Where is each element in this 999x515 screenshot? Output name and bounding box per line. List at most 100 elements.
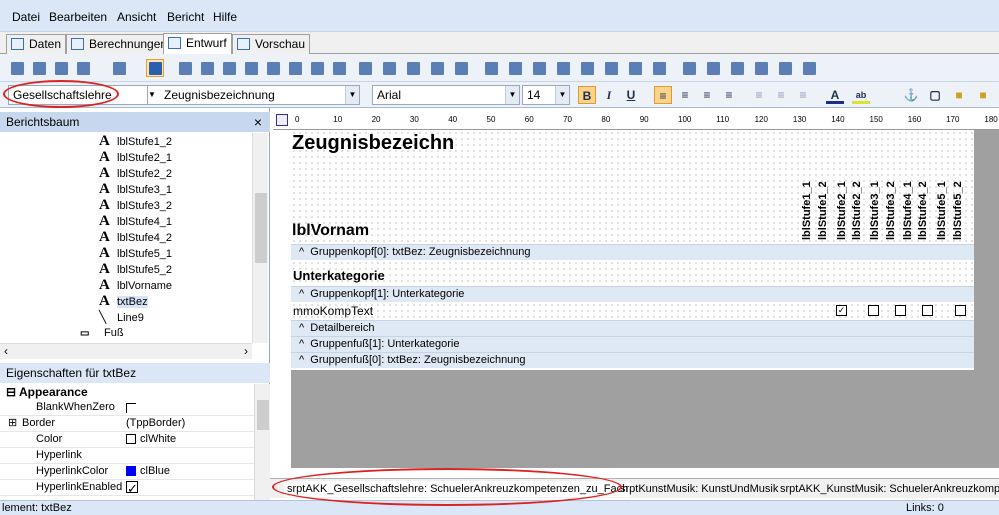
band-gruppenfuss-0[interactable]: ^ Gruppenfuß[0]: txtBez: Zeugnisbezeichn… <box>291 352 974 368</box>
region-tool-icon[interactable] <box>680 59 698 77</box>
menu-bericht[interactable]: Bericht <box>167 10 204 24</box>
checkbox-checked[interactable]: ✓ <box>836 305 847 316</box>
barcode-icon[interactable] <box>356 59 374 77</box>
anchor-icon[interactable]: ⚓ <box>902 86 920 104</box>
tree-item[interactable]: AlblStufe5_2 <box>99 261 172 277</box>
tab-daten[interactable]: Daten <box>6 34 67 54</box>
db-barcode-icon[interactable] <box>578 59 596 77</box>
tree-item[interactable]: AlblStufe2_1 <box>99 149 172 165</box>
tree-item[interactable]: ╲ Line9 <box>99 309 144 325</box>
tree-scrollbar[interactable] <box>252 133 268 343</box>
font-select[interactable]: Arial ▼ <box>372 85 520 105</box>
valign-center-icon[interactable]: ≡ <box>772 86 790 104</box>
bring-front-icon[interactable]: ■ <box>950 86 968 104</box>
checkbox-unchecked[interactable] <box>895 305 906 316</box>
stufe-label[interactable]: lblStufe1_2 <box>817 176 829 240</box>
checkbox-unchecked[interactable] <box>922 305 933 316</box>
report-icon[interactable] <box>30 59 48 77</box>
stufe-label[interactable]: lblStufe3_1 <box>869 176 881 240</box>
tab-berechnungen[interactable]: Berechnungen <box>66 34 173 54</box>
expand-icon[interactable]: ⊞ <box>8 416 17 431</box>
scroll-thumb[interactable] <box>255 193 267 263</box>
db-checkbox-icon[interactable] <box>626 59 644 77</box>
label-tool-icon[interactable] <box>52 59 70 77</box>
tree-hscrollbar[interactable]: ‹ › <box>0 343 252 359</box>
chevron-down-icon[interactable]: ▼ <box>505 86 519 104</box>
underline-button[interactable]: U <box>622 86 640 104</box>
band-gruppenkopf-0[interactable]: ^ Gruppenkopf[0]: txtBez: Zeugnisbezeich… <box>291 244 974 260</box>
stufe-label[interactable]: lblStufe5_1 <box>936 176 948 240</box>
chart-icon[interactable] <box>308 59 326 77</box>
arrow-right-icon[interactable]: › <box>244 344 248 358</box>
tree-item[interactable]: AlblVorname <box>99 277 172 293</box>
prop-group[interactable]: ⊟ Appearance <box>0 384 254 400</box>
dbtext-icon[interactable] <box>428 59 446 77</box>
checkbox-checked[interactable]: ✓ <box>126 481 138 495</box>
mmo-field[interactable]: mmoKompText <box>293 304 373 318</box>
scroll-thumb[interactable] <box>257 400 269 430</box>
valign-top-icon[interactable]: ≡ <box>750 86 768 104</box>
tree-item[interactable]: ▭ Fuß <box>80 325 124 341</box>
region-icon[interactable] <box>74 59 92 77</box>
db-image-icon[interactable] <box>506 59 524 77</box>
tree-item[interactable]: AlblStufe5_1 <box>99 245 172 261</box>
send-back-icon[interactable]: ■ <box>974 86 992 104</box>
calc-field-icon[interactable] <box>242 59 260 77</box>
checkbox-unchecked[interactable] <box>126 403 136 413</box>
subreport-icon[interactable] <box>380 59 398 77</box>
italic-button[interactable]: I <box>600 86 618 104</box>
menu-bearbeiten[interactable]: Bearbeiten <box>49 10 107 24</box>
band-gruppenkopf-1-area[interactable] <box>291 260 974 286</box>
bold-button[interactable]: B <box>578 86 596 104</box>
align-justify-icon[interactable]: ≡ <box>720 86 738 104</box>
tree-item[interactable]: AlblStufe4_2 <box>99 229 172 245</box>
db-other-icon[interactable] <box>650 59 668 77</box>
stufe-label[interactable]: lblStufe5_2 <box>952 176 964 240</box>
db-calc-icon[interactable] <box>554 59 572 77</box>
border-icon[interactable]: ▢ <box>926 86 944 104</box>
tree-item[interactable]: AlblStufe4_1 <box>99 213 172 229</box>
vorname-label[interactable]: lblVornam <box>292 222 369 240</box>
pointer-icon[interactable] <box>146 59 164 77</box>
prop-row[interactable]: Hyperlink <box>0 448 254 464</box>
tree-item-selected[interactable]: AtxtBez <box>99 293 148 309</box>
valign-bottom-icon[interactable]: ≡ <box>794 86 812 104</box>
tree-item[interactable]: AlblStufe3_1 <box>99 181 172 197</box>
band-gruppenkopf-1[interactable]: ^ Gruppenkopf[1]: Unterkategorie <box>291 286 974 302</box>
align-left-icon[interactable]: ≡ <box>654 86 672 104</box>
stufe-label[interactable]: lblStufe2_2 <box>851 176 863 240</box>
band-detail[interactable]: ^ Detailbereich <box>291 320 974 336</box>
text-tool-icon[interactable] <box>176 59 194 77</box>
title-field[interactable]: Zeugnisbezeichn <box>292 132 454 155</box>
stufe-label[interactable]: lblStufe4_1 <box>902 176 914 240</box>
subreport-tab[interactable]: srptAKK_KunstMusik: SchuelerAnkreuzkompe <box>780 481 999 497</box>
font-color-icon[interactable]: A <box>826 86 844 104</box>
stufe-label[interactable]: lblStufe1_1 <box>801 176 813 240</box>
field-select[interactable]: ▼ Zeugnisbezeichnung ▼ <box>148 85 360 105</box>
line-tool-icon[interactable] <box>330 59 348 77</box>
prop-row[interactable]: BlankWhenZero <box>0 400 254 416</box>
arrow-left-icon[interactable]: ‹ <box>4 344 8 358</box>
collapse-icon[interactable]: ⊟ <box>6 385 16 399</box>
align-right-icon[interactable]: ≡ <box>698 86 716 104</box>
paintbrush-icon[interactable] <box>752 59 770 77</box>
prop-row[interactable]: ⊞ Border (TppBorder) <box>0 416 254 432</box>
stufe-label[interactable]: lblStufe4_2 <box>917 176 929 240</box>
dbmemo-icon[interactable] <box>452 59 470 77</box>
prop-row[interactable]: HyperlinkColor clBlue <box>0 464 254 480</box>
font-size-select[interactable]: 14 ▼ <box>522 85 570 105</box>
chevron-down-icon[interactable]: ▼ <box>345 86 359 104</box>
prop-row[interactable]: Color clWhite <box>0 432 254 448</box>
chevron-down-icon[interactable]: ▼ <box>555 86 569 104</box>
image-icon[interactable] <box>264 59 282 77</box>
richtext-icon[interactable] <box>220 59 238 77</box>
crosstab-icon[interactable] <box>728 59 746 77</box>
checkbox-unchecked[interactable] <box>955 305 966 316</box>
grid-icon[interactable] <box>8 59 26 77</box>
stufe-label[interactable]: lblStufe3_2 <box>885 176 897 240</box>
memo-icon[interactable] <box>198 59 216 77</box>
tab-vorschau[interactable]: Vorschau <box>232 34 311 54</box>
ruler-corner-icon[interactable] <box>276 114 288 126</box>
menu-hilfe[interactable]: Hilfe <box>213 10 237 24</box>
close-icon[interactable]: × <box>254 112 262 132</box>
